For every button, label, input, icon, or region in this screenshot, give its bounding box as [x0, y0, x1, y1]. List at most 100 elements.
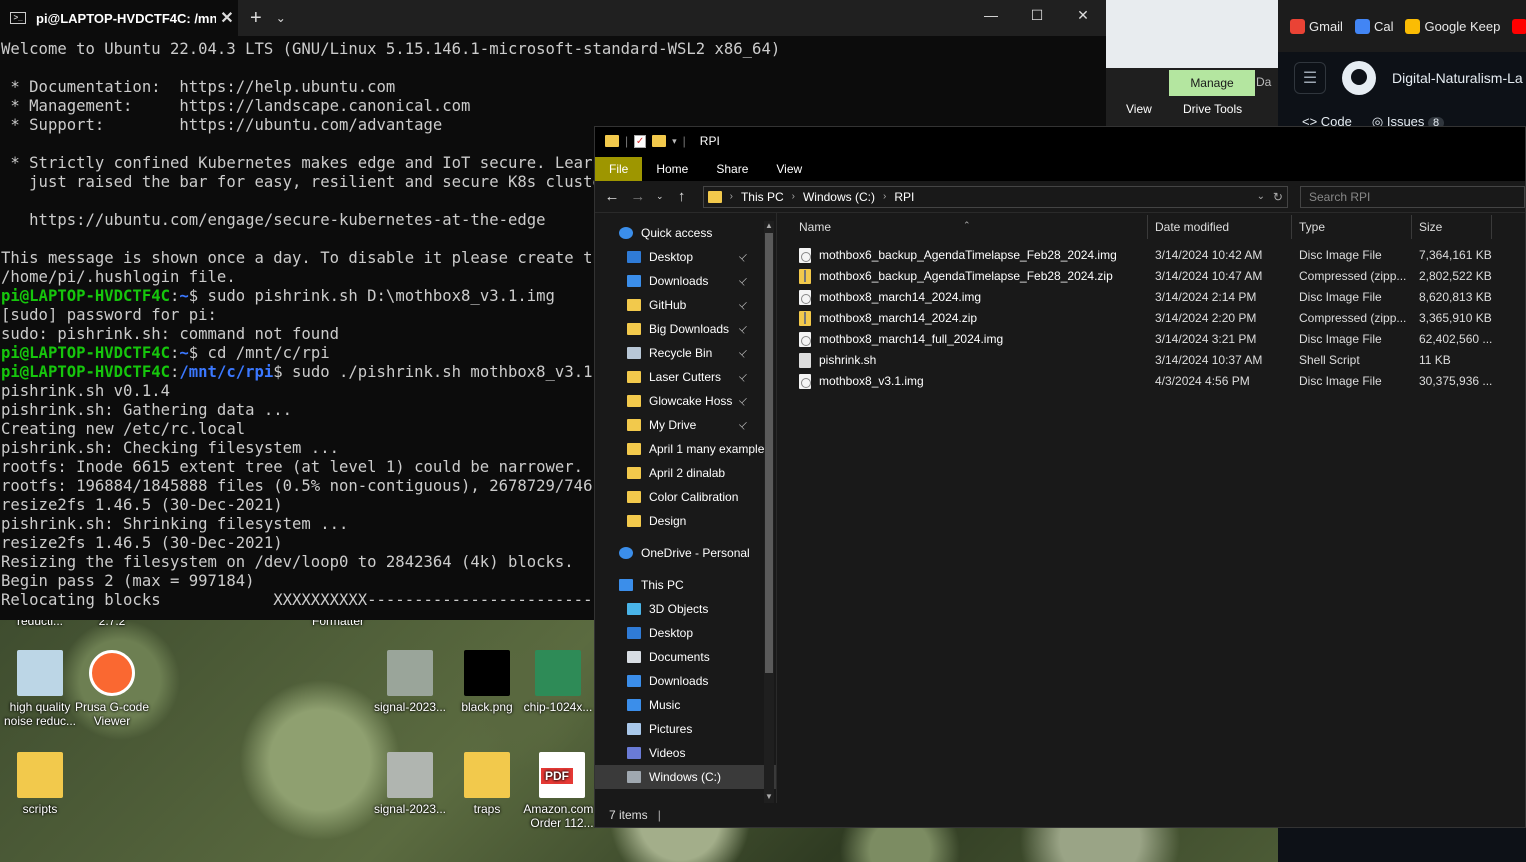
- nav-item-glowcake-hoss[interactable]: Glowcake Hoss ⊥: [595, 389, 776, 413]
- column-size[interactable]: Size: [1419, 220, 1442, 234]
- column-divider[interactable]: [1291, 215, 1292, 239]
- column-divider[interactable]: [1411, 215, 1412, 239]
- column-date-modified[interactable]: Date modified: [1155, 220, 1229, 234]
- bookmark-gmail[interactable]: Gmail: [1290, 18, 1343, 34]
- ribbon-tab-view[interactable]: View: [762, 157, 816, 181]
- bookmark-cal[interactable]: Cal: [1354, 18, 1393, 34]
- file-row[interactable]: mothbox8_v3.1.img 4/3/2024 4:56 PM Disc Im…: [777, 371, 1525, 392]
- nav-item-design[interactable]: Design: [595, 509, 776, 533]
- manage-tab[interactable]: Manage: [1169, 70, 1255, 96]
- search-input[interactable]: Search RPI: [1299, 185, 1526, 208]
- nav-item-label: Color Calibration: [649, 490, 739, 504]
- terminal-line-text: just raised the bar for easy, resilient …: [1, 173, 612, 191]
- nav-item-videos[interactable]: Videos: [595, 741, 776, 765]
- desktop-icon-scripts[interactable]: scripts: [0, 752, 80, 816]
- column-type[interactable]: Type: [1299, 220, 1325, 234]
- ribbon-tab-home[interactable]: Home: [642, 157, 702, 181]
- ribbon-tab-file[interactable]: File: [595, 157, 643, 181]
- nav-item-color-calibration[interactable]: Color Calibration: [595, 485, 776, 509]
- star-icon: [619, 227, 633, 239]
- nav-item-github[interactable]: GitHub ⊥: [595, 293, 776, 317]
- drive-tools-tab[interactable]: Drive Tools: [1183, 102, 1242, 116]
- breadcrumb-windows-c[interactable]: Windows (C:): [803, 190, 875, 204]
- back-arrow-icon[interactable]: ←: [599, 188, 625, 205]
- nav-item-this-pc[interactable]: This PC: [595, 573, 776, 597]
- nav-item-documents[interactable]: Documents: [595, 645, 776, 669]
- nav-item-desktop[interactable]: Desktop: [595, 621, 776, 645]
- new-folder-icon[interactable]: [652, 135, 667, 147]
- explorer-body: Quick access Desktop ⊥ Downloads ⊥ GitHub ⊥ Big…: [595, 213, 1525, 803]
- ribbon-tab-share[interactable]: Share: [702, 157, 762, 181]
- desktop-icon-traps[interactable]: traps: [447, 752, 527, 816]
- github-logo-icon[interactable]: [1342, 61, 1376, 95]
- nav-scrollbar[interactable]: ▲ ▼: [764, 221, 774, 803]
- minimize-button[interactable]: —: [968, 0, 1014, 30]
- nav-item-windows-c-[interactable]: Windows (C:): [595, 765, 776, 789]
- bookmark-y[interactable]: Y: [1512, 18, 1526, 34]
- navigation-pane[interactable]: Quick access Desktop ⊥ Downloads ⊥ GitHub ⊥ Big…: [595, 213, 777, 803]
- file-row[interactable]: mothbox8_march14_full_2024.img 3/14/2024 …: [777, 329, 1525, 350]
- column-name[interactable]: Name: [799, 220, 831, 234]
- desktop-icon-prusa[interactable]: Prusa G-code Viewer: [72, 650, 152, 728]
- desktop-icon-signal-2[interactable]: signal-2023...: [370, 752, 450, 816]
- desktop-icon-black[interactable]: black.png: [447, 650, 527, 714]
- nav-item-downloads[interactable]: Downloads: [595, 669, 776, 693]
- new-tab-button[interactable]: +: [250, 7, 262, 30]
- file-row[interactable]: mothbox8_march14_2024.img 3/14/2024 2:14 …: [777, 287, 1525, 308]
- view-tab[interactable]: View: [1126, 102, 1152, 116]
- nav-item-3d-objects[interactable]: 3D Objects: [595, 597, 776, 621]
- file-row[interactable]: pishrink.sh 3/14/2024 10:37 AM Shell Scrip…: [777, 350, 1525, 371]
- breadcrumb-rpi[interactable]: RPI: [894, 190, 914, 204]
- terminal-line-text: Relocating blocks XXXXXXXXXX------------…: [1, 591, 612, 609]
- desktop-icon-label: traps: [473, 802, 501, 816]
- breadcrumb-this-pc[interactable]: This PC: [741, 190, 784, 204]
- desktop-icon-amazon-pdf[interactable]: PDF Amazon.com - Order 112...: [522, 752, 602, 830]
- refresh-icon[interactable]: ↻: [1273, 190, 1283, 204]
- close-tab-icon[interactable]: ✕: [216, 8, 238, 28]
- nav-item-onedrive-personal[interactable]: OneDrive - Personal: [595, 541, 776, 565]
- bookmark-google-keep[interactable]: Google Keep: [1405, 18, 1500, 34]
- file-row[interactable]: mothbox6_backup_AgendaTimelapse_Feb28_20…: [777, 266, 1525, 287]
- scroll-down-icon[interactable]: ▼: [764, 792, 774, 801]
- desktop-icon-signal-1[interactable]: signal-2023...: [370, 650, 450, 714]
- customize-dropdown-icon[interactable]: ▾: [672, 136, 677, 147]
- address-bar[interactable]: › This PC › Windows (C:) › RPI ⌄ ↻: [702, 185, 1288, 208]
- nav-item-april-1-many-example[interactable]: April 1 many example: [595, 437, 776, 461]
- file-list[interactable]: ⌃ Name Date modified Type Size mothbox6_…: [777, 213, 1525, 803]
- column-divider[interactable]: [1491, 215, 1492, 239]
- nav-item-big-downloads[interactable]: Big Downloads ⊥: [595, 317, 776, 341]
- file-row[interactable]: mothbox8_march14_2024.zip 3/14/2024 2:20 …: [777, 308, 1525, 329]
- up-arrow-icon[interactable]: ↑: [669, 188, 695, 205]
- hamburger-menu-icon[interactable]: ☰: [1294, 62, 1326, 94]
- chevron-right-icon: ›: [791, 191, 795, 202]
- desktop-icon-high-quality[interactable]: high quality noise reduc...: [0, 650, 80, 728]
- file-name: pishrink.sh: [819, 353, 877, 367]
- nav-item-april-2-dinalab[interactable]: April 2 dinalab: [595, 461, 776, 485]
- column-divider[interactable]: [1147, 215, 1148, 239]
- forward-arrow-icon[interactable]: →: [625, 188, 651, 205]
- nav-item-desktop[interactable]: Desktop ⊥: [595, 245, 776, 269]
- properties-icon[interactable]: ✓: [634, 134, 647, 148]
- file-size: 62,402,560 ...: [1419, 332, 1493, 346]
- truncated-tab[interactable]: Da: [1256, 75, 1271, 89]
- folder-icon: [627, 515, 641, 527]
- repo-title[interactable]: Digital-Naturalism-La: [1392, 70, 1523, 86]
- file-explorer-window[interactable]: | ✓ ▾ | RPI File Home Share View ← → ⌄ ↑…: [594, 126, 1526, 828]
- maximize-button[interactable]: ☐: [1014, 0, 1060, 30]
- nav-item-music[interactable]: Music: [595, 693, 776, 717]
- scrollbar-thumb[interactable]: [765, 233, 773, 673]
- recent-locations-icon[interactable]: ⌄: [651, 191, 669, 202]
- desktop-icon-chip[interactable]: chip-1024x...: [518, 650, 598, 714]
- nav-item-my-drive[interactable]: My Drive ⊥: [595, 413, 776, 437]
- chevron-down-icon[interactable]: ⌄: [276, 11, 286, 25]
- address-dropdown-icon[interactable]: ⌄: [1257, 191, 1265, 202]
- nav-item-pictures[interactable]: Pictures: [595, 717, 776, 741]
- scroll-up-icon[interactable]: ▲: [764, 221, 774, 230]
- file-row[interactable]: mothbox6_backup_AgendaTimelapse_Feb28_20…: [777, 245, 1525, 266]
- close-button[interactable]: ✕: [1060, 0, 1106, 30]
- nav-item-laser-cutters[interactable]: Laser Cutters ⊥: [595, 365, 776, 389]
- nav-item-quick-access[interactable]: Quick access: [595, 221, 776, 245]
- terminal-tab[interactable]: >_ pi@LAPTOP-HVDCTF4C: /mnt, ✕: [0, 0, 238, 36]
- nav-item-recycle-bin[interactable]: Recycle Bin ⊥: [595, 341, 776, 365]
- nav-item-downloads[interactable]: Downloads ⊥: [595, 269, 776, 293]
